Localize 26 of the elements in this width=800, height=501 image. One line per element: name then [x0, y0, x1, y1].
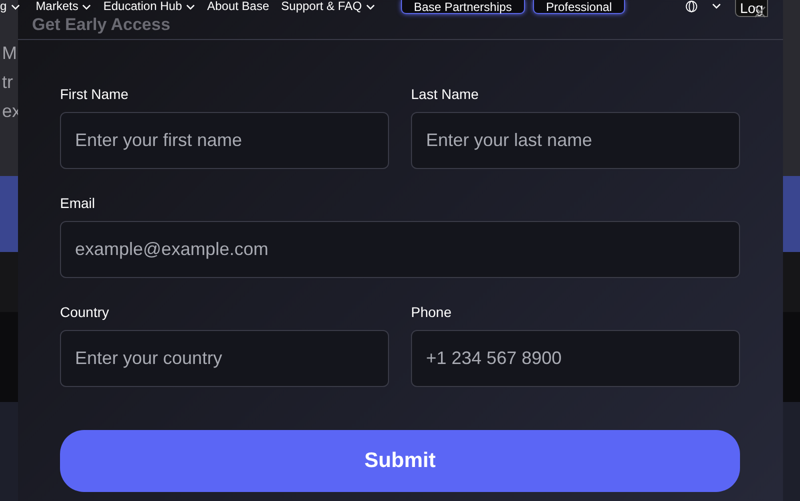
input-field[interactable]: example@example.com — [60, 221, 740, 278]
nav-link[interactable]: Education Hub — [103, 0, 196, 13]
modal-title: Get Early Access — [32, 15, 170, 35]
background-text: tr — [1, 73, 14, 92]
nav-button[interactable]: Professional — [532, 0, 625, 14]
nav-link[interactable]: g — [0, 0, 20, 13]
input-field[interactable]: Enter your last name — [411, 112, 740, 169]
input-field[interactable]: Enter your country — [60, 330, 389, 387]
chevron-icon[interactable] — [712, 3, 721, 9]
field-label: First Name — [60, 86, 128, 103]
chevron-icon — [10, 4, 20, 10]
nav-link[interactable]: About Base — [207, 0, 270, 13]
field-label: Email — [60, 195, 96, 212]
chevron-icon — [186, 4, 196, 10]
chevron-icon — [366, 4, 375, 10]
field-label: Country — [60, 304, 110, 321]
input-field[interactable]: Enter your first name — [60, 112, 389, 169]
background-text: M — [1, 44, 18, 63]
field-label: Last Name — [411, 86, 479, 103]
nav-button[interactable]: Base Partnerships — [400, 0, 525, 14]
field-label: Phone — [411, 304, 452, 321]
submit-button[interactable]: Submit — [60, 430, 740, 492]
input-field[interactable]: +1 234 567 8900 — [411, 330, 740, 387]
nav-link[interactable]: Support & FAQ — [281, 0, 375, 13]
chevron-icon — [82, 4, 92, 10]
nav-link[interactable]: Markets — [36, 0, 92, 13]
